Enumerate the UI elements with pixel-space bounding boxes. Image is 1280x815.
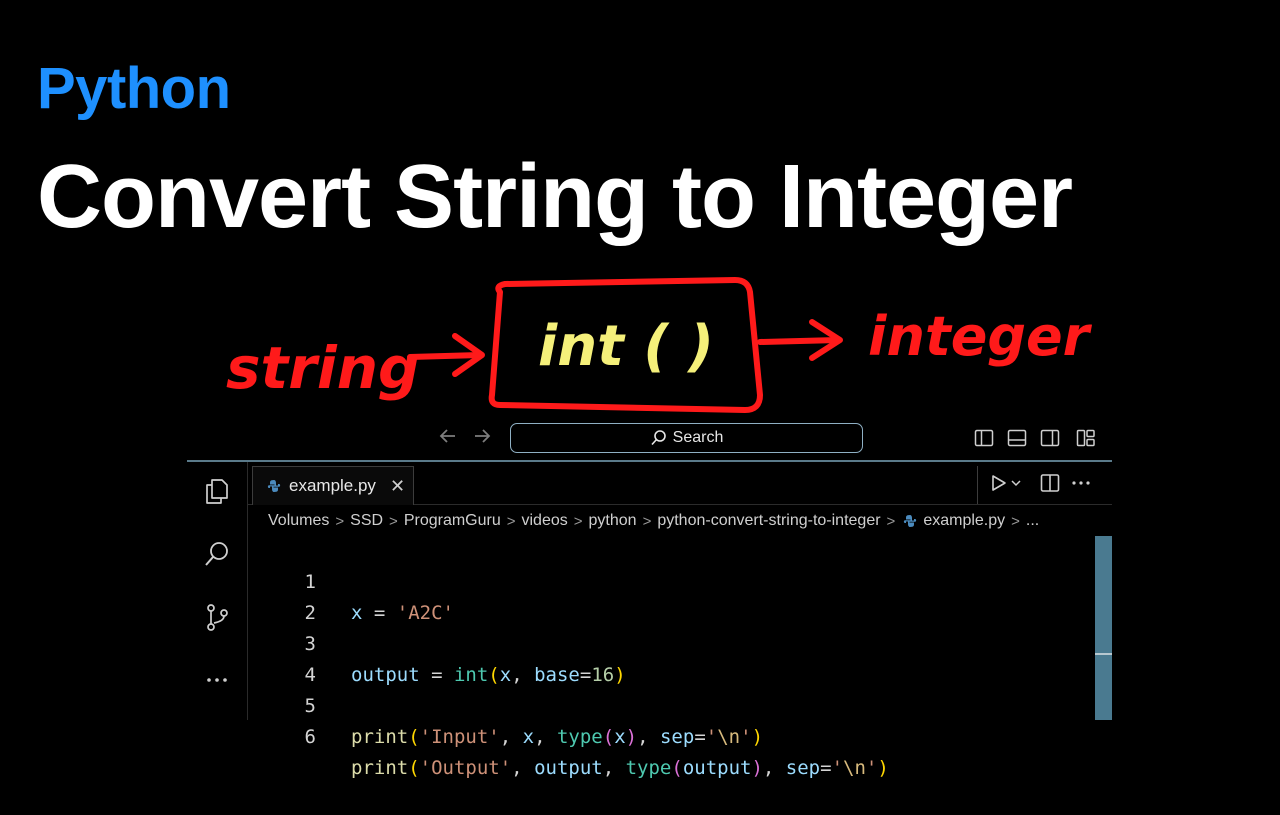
chevron-right-icon: >: [1011, 512, 1020, 530]
chevron-right-icon: >: [573, 512, 583, 530]
search-icon[interactable]: [202, 539, 232, 569]
code-line: 6 print('Output', output, type(output), …: [248, 691, 1094, 779]
source-control-icon[interactable]: [202, 602, 232, 632]
activity-bar: [187, 462, 248, 720]
breadcrumb-item[interactable]: python: [589, 512, 637, 530]
command-search-box[interactable]: Search: [510, 423, 863, 453]
arrow-left-icon[interactable]: [436, 426, 460, 450]
breadcrumb-item[interactable]: python-convert-string-to-integer: [657, 512, 880, 530]
chevron-right-icon: >: [335, 512, 345, 530]
breadcrumb-item[interactable]: videos: [522, 512, 568, 530]
toggle-primary-sidebar-icon[interactable]: [974, 428, 994, 448]
conversion-diagram: string int ( ) integer: [226, 277, 1093, 413]
editor-scrollbar[interactable]: [1095, 536, 1112, 720]
explorer-files-icon[interactable]: [202, 476, 232, 506]
arrow-out-icon: [757, 319, 843, 361]
chevron-right-icon: >: [642, 512, 652, 530]
code-line: 1 x = 'A2C': [248, 536, 1094, 624]
code-text: print('Output', output, type(output), se…: [351, 757, 889, 779]
toggle-panel-icon[interactable]: [1007, 428, 1027, 448]
split-editor-icon[interactable]: [1039, 472, 1061, 494]
breadcrumb-item[interactable]: ...: [1026, 512, 1039, 530]
python-file-icon: [267, 480, 281, 492]
toggle-secondary-sidebar-icon[interactable]: [1040, 428, 1060, 448]
breadcrumb-item[interactable]: SSD: [350, 512, 383, 530]
chevron-right-icon: >: [389, 512, 398, 530]
breadcrumb-item[interactable]: example.py: [923, 512, 1005, 530]
editor-titlebar: Search: [187, 420, 1112, 460]
search-icon: [651, 430, 666, 446]
chevron-right-icon: >: [886, 512, 896, 530]
close-icon[interactable]: ✕: [390, 476, 405, 497]
code-editor[interactable]: 1 x = 'A2C' 2 3 output = int(x, base=16)…: [248, 536, 1094, 779]
python-file-icon: [904, 515, 917, 527]
code-line: 2: [248, 567, 1094, 624]
arrow-in-icon: [407, 333, 485, 377]
code-line: 5 print('Input', x, type(x), sep='\n'): [248, 660, 1094, 748]
tab-example-py[interactable]: example.py ✕: [252, 466, 414, 505]
more-actions-icon[interactable]: [1070, 472, 1092, 494]
diagram-function-label: int ( ): [538, 314, 714, 379]
code-line: 4: [248, 629, 1094, 686]
breadcrumb: Volumes > SSD > ProgramGuru > videos > pytho…: [268, 510, 1039, 532]
code-text: print('Input', x, type(x), sep='\n'): [351, 726, 764, 748]
customize-layout-icon[interactable]: [1076, 428, 1096, 448]
chevron-right-icon: >: [506, 512, 516, 530]
editor-tab-bar: example.py ✕: [248, 462, 1112, 505]
line-number: 6: [304, 726, 316, 748]
arrow-right-icon[interactable]: [470, 426, 494, 450]
tab-actions-divider: [977, 466, 978, 504]
search-placeholder: Search: [672, 429, 724, 446]
breadcrumb-item[interactable]: Volumes: [268, 512, 329, 530]
tab-label: example.py: [289, 476, 376, 495]
chevron-down-icon[interactable]: [1010, 472, 1022, 494]
more-views-icon[interactable]: [202, 665, 232, 695]
code-line: 3 output = int(x, base=16): [248, 598, 1094, 686]
scrollbar-position-marker: [1095, 653, 1112, 655]
diagram-input-label: string: [226, 334, 420, 402]
run-file-icon[interactable]: [987, 472, 1009, 494]
breadcrumb-item[interactable]: ProgramGuru: [404, 512, 501, 530]
diagram-output-label: integer: [868, 305, 1093, 368]
